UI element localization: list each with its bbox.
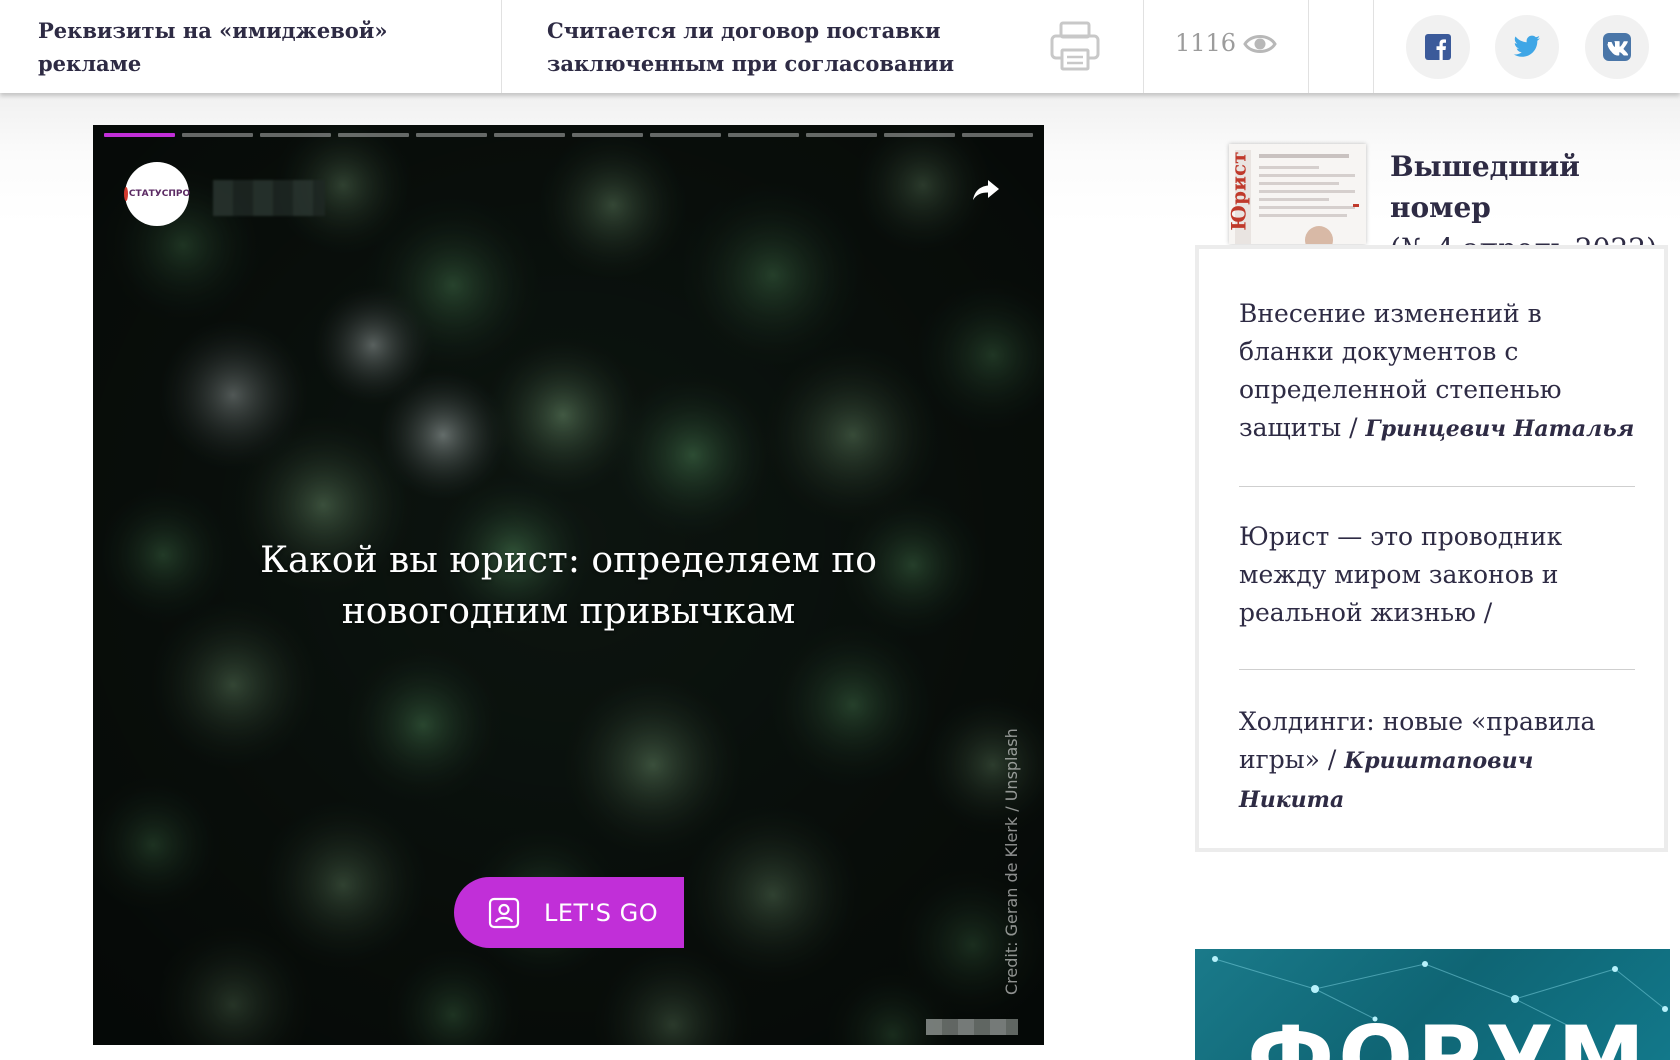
banner-title: ФОРУМ [1247,1007,1649,1060]
cover-masthead: Юрист [1229,151,1251,231]
divider [1373,0,1374,93]
divider [1239,486,1635,487]
twitter-icon [1513,35,1540,57]
twitter-share-button[interactable] [1495,15,1559,79]
facebook-share-button[interactable] [1406,15,1470,79]
blurred-footer-tag [926,1019,1018,1035]
share-icon[interactable] [972,178,1000,202]
story-title: Какой вы юрист: определяем по новогодним… [260,540,877,632]
forum-ad-banner[interactable]: ФОРУМ [1195,949,1670,1060]
eye-icon [1243,35,1277,53]
article-link[interactable]: Юрист — это проводник между миром законо… [1239,518,1635,633]
divider [1143,0,1144,93]
progress-segment [416,133,487,137]
top-bar: Реквизиты на «имиджевой» рекламе Считает… [0,0,1680,93]
quiz-story-widget[interactable]: СТАТУСПРО Какой вы юрист: определяем по … [93,125,1044,1045]
article-link[interactable]: Внесение изменений в бланки документов с… [1239,295,1635,448]
story-progress-bar [104,133,1033,137]
logo-mark [123,187,128,201]
progress-segment [182,133,253,137]
user-badge-icon [488,897,520,928]
progress-segment [650,133,721,137]
next-article-link[interactable]: Считается ли договор поставки заключенны… [547,14,987,80]
divider [1308,0,1309,93]
progress-segment [884,133,955,137]
divider [501,0,502,93]
facebook-icon [1425,34,1451,60]
vk-share-button[interactable] [1585,15,1649,79]
brand-logo: СТАТУСПРО [123,162,191,226]
progress-segment [494,133,565,137]
issue-articles-list: Внесение изменений в бланки документов с… [1195,245,1668,852]
progress-segment [806,133,877,137]
progress-segment [260,133,331,137]
divider [1239,669,1635,670]
lets-go-label: LET'S GO [544,898,659,927]
progress-segment [338,133,409,137]
view-count: 1116 [1175,29,1237,57]
photo-credit: Credit: Geran de Klerk / Unsplash [1002,728,1021,995]
issue-heading-label: Вышедший номер [1390,150,1580,224]
vk-icon [1603,33,1631,61]
progress-segment [728,133,799,137]
article-author: Гринцевич Наталья [1365,416,1635,442]
article-link[interactable]: Холдинги: новые «правила игры» / Криштап… [1239,703,1635,819]
printer-icon[interactable] [1048,20,1102,72]
prev-article-link[interactable]: Реквизиты на «имиджевой» рекламе [38,14,458,80]
blurred-account-name [213,180,325,216]
progress-segment [962,133,1033,137]
article-title: Юрист — это проводник между миром законо… [1239,522,1563,627]
magazine-cover-thumbnail[interactable]: Юрист [1229,144,1366,244]
progress-segment [104,133,175,137]
progress-segment [572,133,643,137]
brand-name: СТАТУСПРО [128,189,191,199]
lets-go-button[interactable]: LET'S GO [454,877,684,948]
